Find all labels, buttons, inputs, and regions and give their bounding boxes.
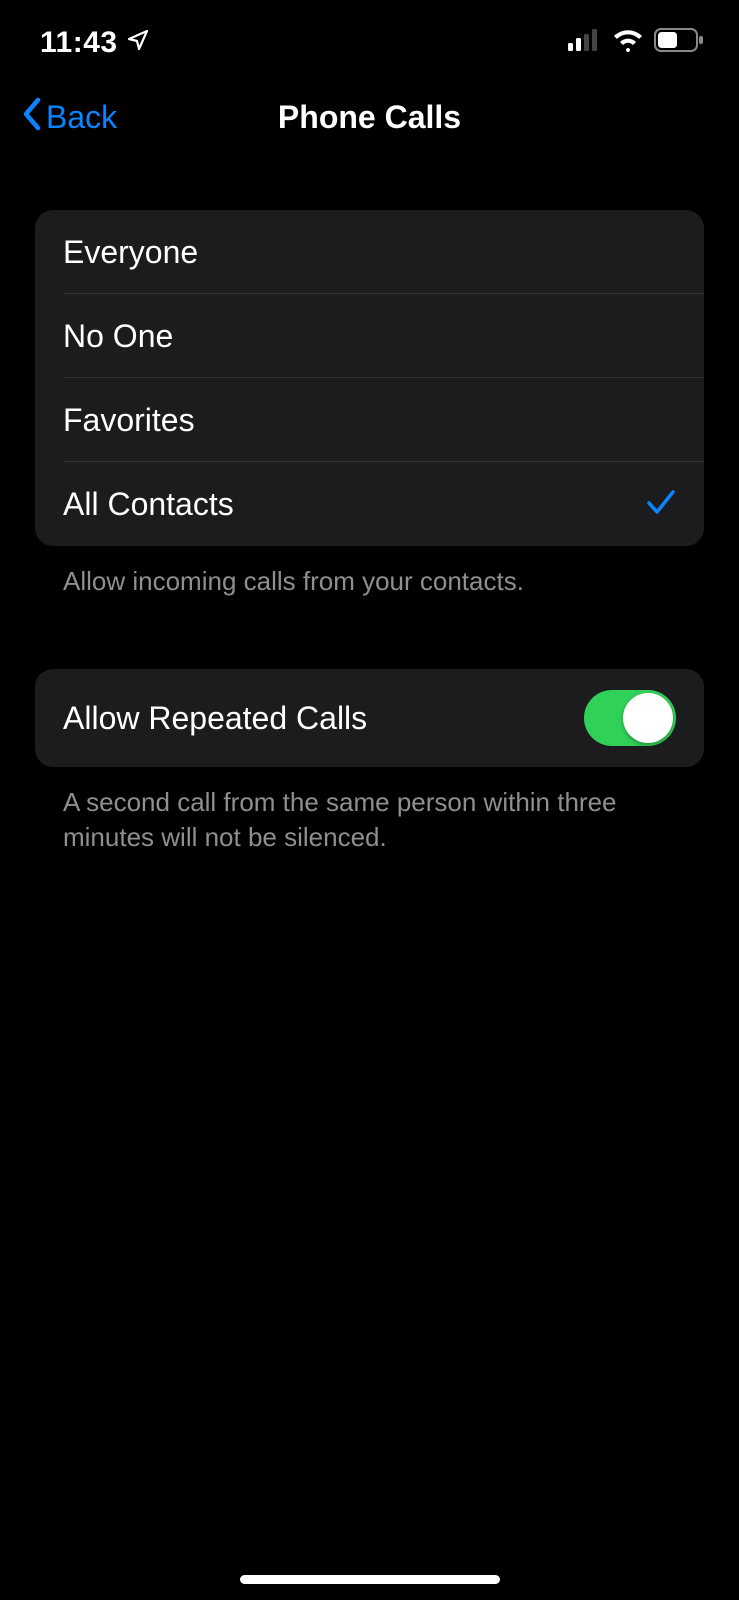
location-arrow-icon <box>126 28 150 57</box>
toggle-knob <box>623 693 673 743</box>
option-all-contacts[interactable]: All Contacts <box>35 462 704 546</box>
allow-from-footer: Allow incoming calls from your contacts. <box>35 546 704 599</box>
option-label: Everyone <box>63 234 198 271</box>
cellular-signal-icon <box>568 29 602 56</box>
status-right <box>568 28 704 57</box>
back-label: Back <box>46 99 117 136</box>
page-title: Phone Calls <box>278 99 461 136</box>
chevron-left-icon <box>20 96 44 140</box>
option-no-one[interactable]: No One <box>35 294 704 378</box>
option-label: All Contacts <box>63 486 234 523</box>
status-bar: 11:43 <box>0 0 739 75</box>
checkmark-icon <box>646 488 676 521</box>
allow-repeated-calls-toggle[interactable] <box>584 690 676 746</box>
repeated-calls-footer: A second call from the same person withi… <box>35 767 704 855</box>
navigation-bar: Back Phone Calls <box>0 75 739 155</box>
row-label: Allow Repeated Calls <box>63 700 367 737</box>
wifi-icon <box>612 28 644 57</box>
back-button[interactable]: Back <box>20 96 117 140</box>
option-everyone[interactable]: Everyone <box>35 210 704 294</box>
repeated-calls-group: Allow Repeated Calls <box>35 669 704 767</box>
battery-icon <box>654 28 704 57</box>
status-time: 11:43 <box>40 26 118 60</box>
content: Everyone No One Favorites All Contacts A… <box>0 155 739 855</box>
option-label: No One <box>63 318 173 355</box>
home-indicator[interactable] <box>240 1575 500 1584</box>
option-label: Favorites <box>63 402 195 439</box>
allow-calls-from-group: Everyone No One Favorites All Contacts <box>35 210 704 546</box>
status-left: 11:43 <box>40 26 150 60</box>
allow-repeated-calls-row[interactable]: Allow Repeated Calls <box>35 669 704 767</box>
option-favorites[interactable]: Favorites <box>35 378 704 462</box>
